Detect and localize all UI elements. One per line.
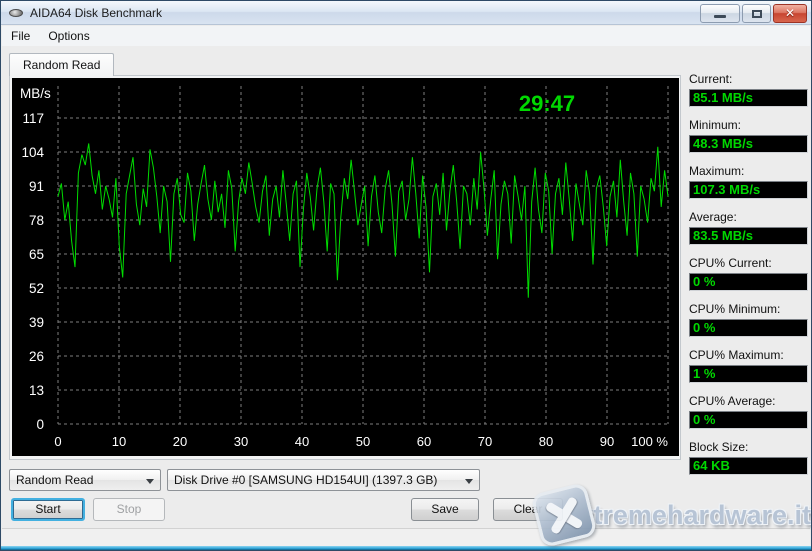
- svg-text:100 %: 100 %: [631, 434, 668, 449]
- maximize-icon: [752, 10, 762, 18]
- stat-minimum: Minimum: 48.3 MB/s: [689, 118, 808, 153]
- start-button[interactable]: Start: [11, 498, 85, 521]
- stat-average-value: 83.5 MB/s: [689, 227, 808, 245]
- stat-block-size-value: 64 KB: [689, 457, 808, 475]
- svg-text:70: 70: [478, 434, 492, 449]
- svg-text:26: 26: [29, 349, 44, 364]
- svg-text:104: 104: [21, 145, 44, 160]
- benchmark-type-value: Random Read: [16, 473, 93, 487]
- benchmark-type-select[interactable]: Random Read: [9, 469, 161, 491]
- stat-cpu-average-label: CPU% Average:: [689, 394, 808, 408]
- stat-current-value: 85.1 MB/s: [689, 89, 808, 107]
- stat-cpu-current-value: 0 %: [689, 273, 808, 291]
- minimize-icon: [714, 15, 726, 18]
- menu-file[interactable]: File: [2, 26, 39, 46]
- stat-cpu-average-value: 0 %: [689, 411, 808, 429]
- stat-block-size-label: Block Size:: [689, 440, 808, 454]
- svg-text:90: 90: [600, 434, 614, 449]
- stat-cpu-current: CPU% Current: 0 %: [689, 256, 808, 291]
- maximize-button[interactable]: [742, 4, 771, 23]
- stat-cpu-maximum-label: CPU% Maximum:: [689, 348, 808, 362]
- window-controls: ✕: [700, 4, 807, 23]
- svg-text:91: 91: [29, 179, 44, 194]
- stat-cpu-current-label: CPU% Current:: [689, 256, 808, 270]
- svg-text:117: 117: [22, 111, 44, 126]
- svg-text:10: 10: [112, 434, 126, 449]
- stat-current-label: Current:: [689, 72, 808, 86]
- benchmark-chart: 0 10 20 30 40 50 60 70 80 90 100 % 117 104 91 78 65 52 39…: [12, 78, 679, 456]
- disk-drive-value: Disk Drive #0 [SAMSUNG HD154UI] (1397.3 …: [174, 473, 437, 487]
- chevron-down-icon: [465, 479, 473, 484]
- close-button[interactable]: ✕: [773, 4, 807, 23]
- svg-text:60: 60: [417, 434, 431, 449]
- stat-cpu-minimum: CPU% Minimum: 0 %: [689, 302, 808, 337]
- stats-panel: Current: 85.1 MB/s Minimum: 48.3 MB/s Ma…: [689, 72, 808, 486]
- svg-text:30: 30: [234, 434, 248, 449]
- stat-maximum: Maximum: 107.3 MB/s: [689, 164, 808, 199]
- clear-button[interactable]: Clear: [493, 498, 563, 521]
- minimize-button[interactable]: [700, 4, 740, 23]
- svg-text:78: 78: [29, 213, 44, 228]
- disk-icon: [8, 5, 24, 21]
- svg-text:52: 52: [29, 281, 44, 296]
- window-title: AIDA64 Disk Benchmark: [30, 6, 162, 20]
- svg-text:40: 40: [295, 434, 309, 449]
- svg-text:0: 0: [36, 417, 44, 432]
- menu-bar: File Options: [2, 26, 810, 46]
- stat-cpu-average: CPU% Average: 0 %: [689, 394, 808, 429]
- svg-text:0: 0: [54, 434, 61, 449]
- svg-text:20: 20: [173, 434, 187, 449]
- svg-text:65: 65: [29, 247, 44, 262]
- svg-text:MB/s: MB/s: [20, 86, 51, 101]
- svg-text:80: 80: [539, 434, 553, 449]
- save-button[interactable]: Save: [411, 498, 479, 521]
- svg-text:13: 13: [29, 383, 44, 398]
- chevron-down-icon: [146, 479, 154, 484]
- watermark-text: xtremehardware.it: [578, 500, 811, 531]
- stat-maximum-value: 107.3 MB/s: [689, 181, 808, 199]
- disk-drive-select[interactable]: Disk Drive #0 [SAMSUNG HD154UI] (1397.3 …: [167, 469, 480, 491]
- app-window: AIDA64 Disk Benchmark ✕ File Options Ran…: [0, 0, 812, 551]
- stat-average-label: Average:: [689, 210, 808, 224]
- stat-cpu-maximum: CPU% Maximum: 1 %: [689, 348, 808, 383]
- stat-minimum-value: 48.3 MB/s: [689, 135, 808, 153]
- stop-button[interactable]: Stop: [93, 498, 165, 521]
- close-icon: ✕: [774, 6, 806, 20]
- stat-average: Average: 83.5 MB/s: [689, 210, 808, 245]
- tab-random-read[interactable]: Random Read: [9, 53, 114, 76]
- stat-block-size: Block Size: 64 KB: [689, 440, 808, 475]
- menu-options[interactable]: Options: [39, 26, 98, 46]
- svg-text:29:47: 29:47: [519, 91, 575, 116]
- stat-current: Current: 85.1 MB/s: [689, 72, 808, 107]
- title-bar: AIDA64 Disk Benchmark ✕: [1, 1, 811, 25]
- stat-maximum-label: Maximum:: [689, 164, 808, 178]
- stat-cpu-maximum-value: 1 %: [689, 365, 808, 383]
- stat-cpu-minimum-label: CPU% Minimum:: [689, 302, 808, 316]
- stat-cpu-minimum-value: 0 %: [689, 319, 808, 337]
- window-frame-bottom: [1, 546, 811, 550]
- status-bar: [2, 528, 810, 546]
- stat-minimum-label: Minimum:: [689, 118, 808, 132]
- svg-text:50: 50: [356, 434, 370, 449]
- svg-text:39: 39: [29, 315, 44, 330]
